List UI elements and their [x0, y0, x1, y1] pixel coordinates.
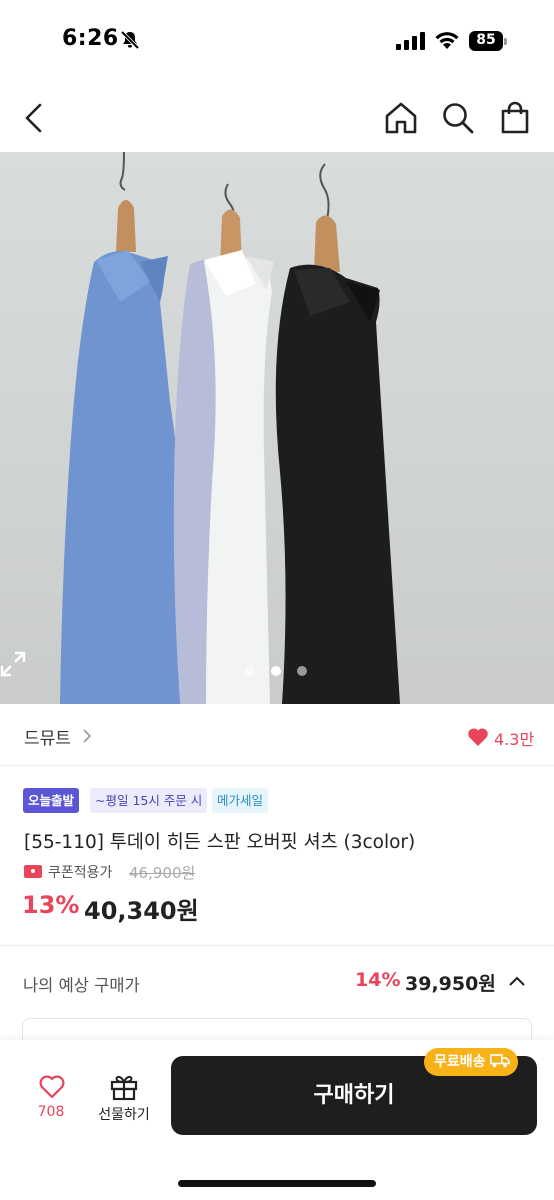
shopping-bag-icon[interactable] — [497, 100, 533, 136]
bell-slash-icon — [120, 30, 140, 50]
gift-icon — [110, 1075, 138, 1101]
cellular-signal-icon — [396, 32, 425, 50]
status-bar: 6:26 85 — [0, 0, 554, 80]
carousel-dot-active[interactable] — [271, 666, 281, 676]
weekday-order-badge: ~평일 15시 주문 시 — [90, 788, 208, 813]
search-icon[interactable] — [440, 100, 476, 136]
home-indicator — [178, 1180, 376, 1187]
product-photo — [60, 152, 400, 704]
discount-rate: 13% — [22, 891, 80, 919]
free-shipping-badge: 무료배송 — [424, 1048, 518, 1076]
coupon-label: 쿠폰적용가 — [48, 865, 113, 881]
heart-outline-icon — [39, 1075, 65, 1099]
like-count: 4.3만 — [494, 730, 535, 749]
battery-icon: 85 — [469, 31, 507, 51]
sale-price: 40,340원 — [84, 897, 199, 925]
expected-price: 39,950원 — [405, 973, 496, 995]
bottom-action-bar: 708 선물하기 구매하기 무료배송 — [0, 1040, 554, 1200]
expand-icon[interactable] — [0, 651, 26, 677]
home-icon[interactable] — [383, 100, 419, 136]
battery-level: 85 — [476, 32, 496, 48]
free-shipping-label: 무료배송 — [434, 1054, 486, 1070]
chevron-up-icon[interactable] — [507, 973, 527, 989]
gift-button[interactable]: 선물하기 — [92, 1068, 158, 1132]
mega-sale-badge: 메가세일 — [212, 788, 269, 813]
wifi-icon — [435, 32, 459, 49]
gift-label: 선물하기 — [98, 1107, 150, 1123]
brand-row[interactable]: 드뮤트 4.3만 — [0, 706, 554, 766]
wish-count: 708 — [37, 1104, 65, 1120]
coupon-ticket-icon — [24, 865, 42, 878]
product-image-carousel[interactable] — [0, 152, 554, 704]
carousel-dots — [245, 666, 315, 678]
status-time: 6:26 — [62, 26, 119, 51]
expected-discount-rate: 14% — [355, 969, 401, 991]
carousel-dot[interactable] — [245, 666, 255, 676]
heart-filled-icon[interactable] — [467, 727, 489, 747]
truck-icon — [489, 1054, 510, 1068]
today-shipping-badge: 오늘출발 — [23, 788, 80, 813]
product-title: [55-110] 투데이 히든 스판 오버핏 셔츠 (3color) — [24, 832, 416, 853]
brand-name[interactable]: 드뮤트 — [24, 724, 71, 749]
carousel-dot[interactable] — [297, 666, 307, 676]
top-navigation — [0, 88, 554, 148]
wish-button[interactable]: 708 — [24, 1070, 80, 1130]
original-price: 46,900원 — [129, 864, 196, 882]
back-chevron-icon[interactable] — [18, 100, 54, 136]
chevron-right-icon — [83, 729, 92, 743]
expected-price-label: 나의 예상 구매가 — [23, 976, 140, 995]
divider — [0, 945, 554, 946]
